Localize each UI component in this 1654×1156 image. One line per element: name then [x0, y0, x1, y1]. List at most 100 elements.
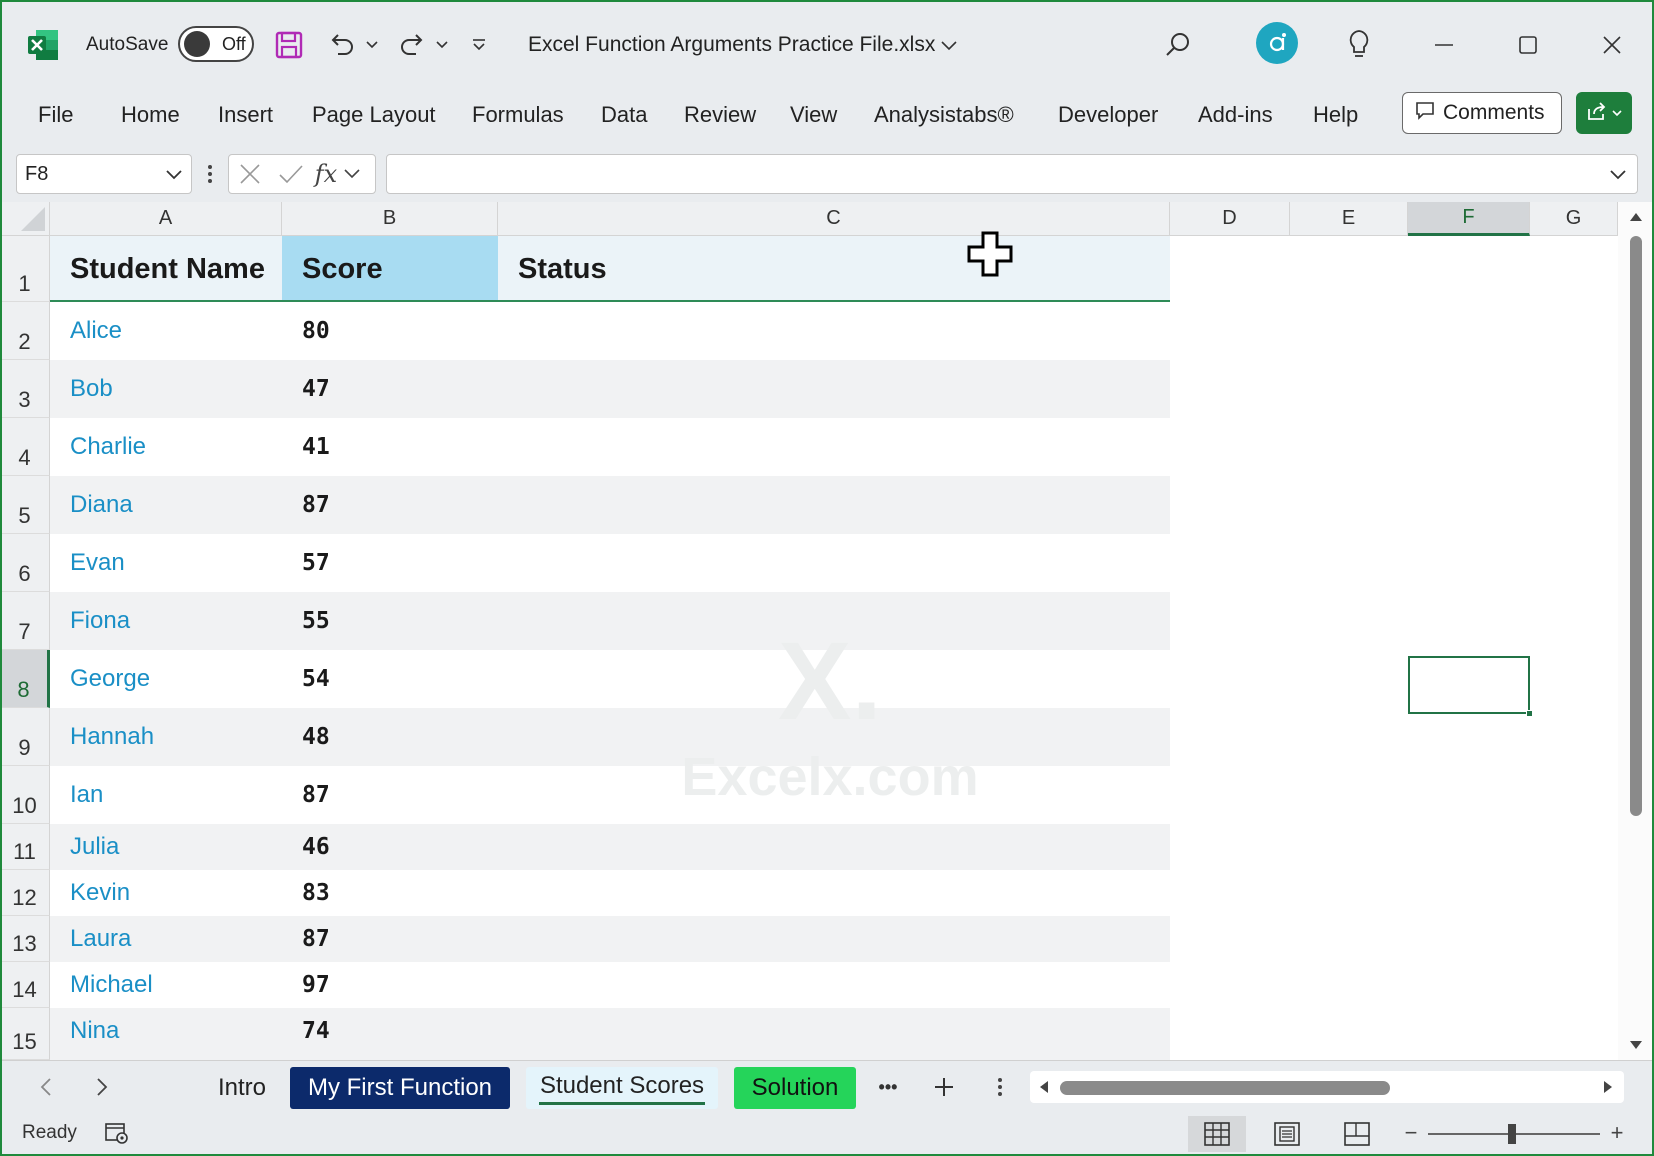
score-cell[interactable]: 54: [282, 650, 498, 708]
student-name-cell[interactable]: Diana: [50, 476, 282, 534]
maximize-icon[interactable]: [1508, 26, 1548, 64]
student-name-cell[interactable]: Julia: [50, 824, 282, 870]
row-header-2[interactable]: 2: [0, 302, 50, 360]
header-status[interactable]: Status: [498, 236, 1170, 302]
undo-dropdown-icon[interactable]: [362, 30, 382, 60]
redo-icon[interactable]: [394, 26, 432, 64]
save-icon[interactable]: [270, 26, 308, 64]
next-sheet-icon[interactable]: [84, 1069, 120, 1105]
search-icon[interactable]: [1160, 26, 1196, 64]
undo-icon[interactable]: [322, 26, 360, 64]
select-all-button[interactable]: [0, 202, 50, 236]
column-header-c[interactable]: C: [498, 202, 1170, 236]
row-header-5[interactable]: 5: [0, 476, 50, 534]
score-cell[interactable]: 87: [282, 766, 498, 824]
zoom-out-button[interactable]: −: [1400, 1120, 1422, 1146]
redo-dropdown-icon[interactable]: [432, 30, 452, 60]
scroll-down-icon[interactable]: [1627, 1036, 1645, 1054]
student-name-cell[interactable]: Ian: [50, 766, 282, 824]
autosave-toggle[interactable]: Off: [178, 26, 254, 62]
row-header-13[interactable]: 13: [0, 916, 50, 962]
horizontal-scrollbar[interactable]: [1030, 1071, 1624, 1103]
prev-sheet-icon[interactable]: [28, 1069, 64, 1105]
name-box[interactable]: F8: [16, 154, 192, 194]
more-sheets-button[interactable]: •••: [870, 1069, 906, 1105]
row-header-6[interactable]: 6: [0, 534, 50, 592]
header-score[interactable]: Score: [282, 236, 498, 302]
student-name-cell[interactable]: Alice: [50, 302, 282, 360]
customize-toolbar-icon[interactable]: [466, 28, 492, 62]
tab-developer[interactable]: Developer: [1058, 98, 1158, 132]
fill-handle[interactable]: [1526, 710, 1533, 717]
row-header-1[interactable]: 1: [0, 236, 50, 302]
row-header-7[interactable]: 7: [0, 592, 50, 650]
row-header-3[interactable]: 3: [0, 360, 50, 418]
score-cell[interactable]: 57: [282, 534, 498, 592]
share-button[interactable]: [1576, 92, 1632, 134]
row-header-15[interactable]: 15: [0, 1008, 50, 1060]
column-header-f[interactable]: F: [1408, 202, 1530, 236]
score-cell[interactable]: 48: [282, 708, 498, 766]
insert-function-button[interactable]: fx: [311, 155, 341, 193]
row-header-4[interactable]: 4: [0, 418, 50, 476]
accessibility-icon[interactable]: [104, 1120, 132, 1148]
expand-formula-bar-icon[interactable]: [1609, 164, 1627, 189]
tab-help[interactable]: Help: [1313, 98, 1358, 132]
student-name-cell[interactable]: Nina: [50, 1008, 282, 1054]
page-layout-view-icon[interactable]: [1258, 1116, 1316, 1152]
row-header-10[interactable]: 10: [0, 766, 50, 824]
tab-add-ins[interactable]: Add-ins: [1198, 98, 1273, 132]
column-header-b[interactable]: B: [282, 202, 498, 236]
student-name-cell[interactable]: Michael: [50, 962, 282, 1008]
enter-check-icon[interactable]: [271, 155, 311, 193]
header-student-name[interactable]: Student Name: [50, 236, 282, 302]
fx-dropdown-icon[interactable]: [341, 155, 363, 193]
column-header-e[interactable]: E: [1290, 202, 1408, 236]
student-name-cell[interactable]: George: [50, 650, 282, 708]
score-cell[interactable]: 41: [282, 418, 498, 476]
tab-review[interactable]: Review: [684, 98, 756, 132]
sheet-options-icon[interactable]: [982, 1069, 1018, 1105]
minimize-icon[interactable]: [1424, 26, 1464, 64]
score-cell[interactable]: 47: [282, 360, 498, 418]
student-name-cell[interactable]: Hannah: [50, 708, 282, 766]
normal-view-icon[interactable]: [1188, 1116, 1246, 1152]
row-header-14[interactable]: 14: [0, 962, 50, 1008]
column-header-a[interactable]: A: [50, 202, 282, 236]
student-name-cell[interactable]: Bob: [50, 360, 282, 418]
tab-file[interactable]: File: [38, 98, 73, 132]
close-icon[interactable]: [1592, 26, 1632, 64]
tab-insert[interactable]: Insert: [218, 98, 273, 132]
sheet-tab-my-first-function[interactable]: My First Function: [290, 1067, 510, 1109]
name-box-dropdown-icon[interactable]: [165, 164, 183, 190]
document-title[interactable]: Excel Function Arguments Practice File.x…: [528, 28, 957, 62]
sheet-tab-student-scores[interactable]: Student Scores: [526, 1067, 718, 1109]
score-cell[interactable]: 74: [282, 1008, 498, 1054]
scroll-right-icon[interactable]: [1600, 1079, 1616, 1095]
tab-page-layout[interactable]: Page Layout: [312, 98, 436, 132]
score-cell[interactable]: 55: [282, 592, 498, 650]
student-name-cell[interactable]: Fiona: [50, 592, 282, 650]
student-name-cell[interactable]: Laura: [50, 916, 282, 962]
student-name-cell[interactable]: Kevin: [50, 870, 282, 916]
score-cell[interactable]: 46: [282, 824, 498, 870]
score-cell[interactable]: 80: [282, 302, 498, 360]
column-header-g[interactable]: G: [1530, 202, 1618, 236]
zoom-in-button[interactable]: +: [1606, 1120, 1628, 1146]
score-cell[interactable]: 83: [282, 870, 498, 916]
student-name-cell[interactable]: Evan: [50, 534, 282, 592]
lightbulb-icon[interactable]: [1342, 26, 1376, 64]
vertical-scroll-thumb[interactable]: [1630, 236, 1642, 816]
row-header-12[interactable]: 12: [0, 870, 50, 916]
student-name-cell[interactable]: Charlie: [50, 418, 282, 476]
tab-home[interactable]: Home: [121, 98, 180, 132]
selected-cell[interactable]: [1408, 656, 1533, 717]
page-break-view-icon[interactable]: [1328, 1116, 1386, 1152]
cancel-icon[interactable]: [229, 155, 271, 193]
horizontal-scroll-thumb[interactable]: [1060, 1081, 1390, 1095]
comments-button[interactable]: Comments: [1402, 92, 1562, 134]
tab-data[interactable]: Data: [601, 98, 647, 132]
vertical-scrollbar[interactable]: [1618, 202, 1654, 1060]
sheet-tab-solution[interactable]: Solution: [734, 1067, 856, 1109]
score-cell[interactable]: 97: [282, 962, 498, 1008]
